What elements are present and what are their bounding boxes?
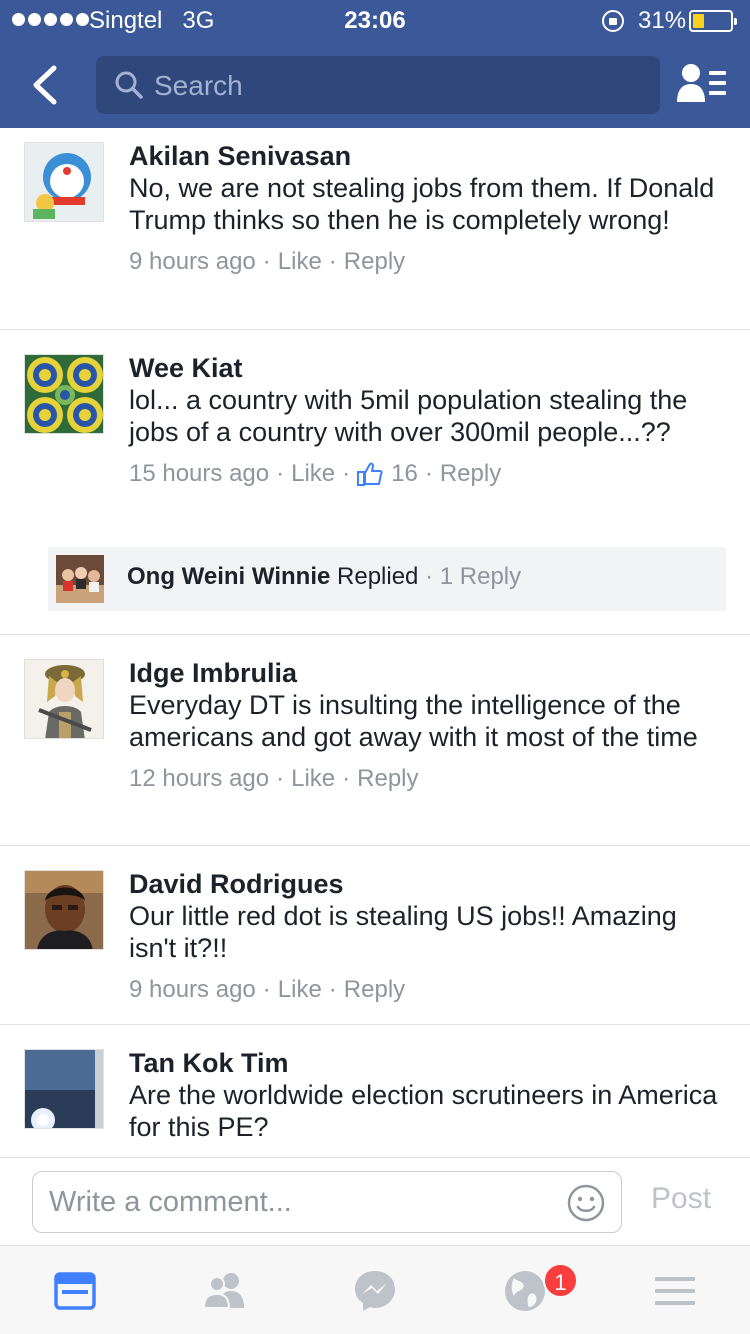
comment-text: No, we are not stealing jobs from them. … — [129, 173, 715, 235]
comment-text: lol... a country with 5mil population st… — [129, 385, 688, 447]
comment-item: Akilan Senivasan No, we are not stealing… — [0, 128, 750, 330]
comment-body: Akilan Senivasan No, we are not stealing… — [129, 140, 729, 278]
separator: · — [424, 460, 433, 487]
post-button[interactable]: Post — [651, 1182, 711, 1216]
avatar[interactable] — [24, 354, 104, 434]
like-button[interactable]: Like — [291, 763, 335, 795]
search-icon — [115, 71, 143, 99]
comment-author[interactable]: Akilan Senivasan — [129, 140, 729, 172]
battery-percent: 31% — [638, 7, 687, 34]
comment-body: Tan Kok Tim Are the worldwide election s… — [129, 1047, 729, 1143]
smiley-icon[interactable] — [566, 1183, 606, 1223]
reply-button[interactable]: Reply — [440, 458, 501, 490]
friends-icon[interactable] — [200, 1266, 250, 1316]
separator: · — [262, 248, 271, 275]
messenger-icon[interactable] — [350, 1266, 400, 1316]
comment-text: Our little red dot is stealing US jobs!!… — [129, 901, 677, 963]
avatar[interactable] — [24, 870, 104, 950]
search-input[interactable] — [154, 70, 634, 102]
comment-author[interactable]: Tan Kok Tim — [129, 1047, 729, 1079]
comment-meta: 9 hours ago · Like · Reply — [129, 246, 729, 278]
app-header: Singtel 3G 23:06 31% — [0, 0, 750, 128]
comment-body: Idge Imbrulia Everyday DT is insulting t… — [129, 657, 729, 795]
comment-time: 15 hours ago — [129, 460, 270, 487]
reply-button[interactable]: Reply — [344, 246, 405, 278]
comment-time: 12 hours ago — [129, 765, 270, 792]
separator: · — [328, 248, 337, 275]
comment-item: Tan Kok Tim Are the worldwide election s… — [0, 1025, 750, 1157]
battery-fill — [693, 14, 704, 28]
separator: · — [276, 765, 285, 792]
comment-input-box[interactable] — [32, 1171, 622, 1233]
menu-icon[interactable] — [650, 1266, 700, 1316]
reply-summary-text: Ong Weini Winnie Replied · 1 Reply — [127, 563, 521, 591]
reply-author: Ong Weini Winnie — [127, 563, 331, 590]
comment-composer: Post — [0, 1157, 750, 1245]
comments-list: Akilan Senivasan No, we are not stealing… — [0, 128, 750, 1157]
thumbs-up-icon — [357, 462, 383, 486]
comment-body: Wee Kiat lol... a country with 5mil popu… — [129, 352, 729, 490]
comment-text: Everyday DT is insulting the intelligenc… — [129, 690, 698, 752]
avatar[interactable] — [24, 142, 104, 222]
search-bar[interactable] — [96, 56, 660, 114]
reply-button[interactable]: Reply — [357, 763, 418, 795]
rotation-lock-icon — [602, 10, 624, 32]
like-button[interactable]: Like — [291, 458, 335, 490]
comment-time: 9 hours ago — [129, 248, 256, 275]
separator: · — [276, 460, 285, 487]
comment-text: Are the worldwide election scrutineers i… — [129, 1080, 718, 1142]
comment-author[interactable]: Wee Kiat — [129, 352, 729, 384]
chevron-left-icon[interactable] — [28, 64, 62, 106]
comment-meta: 15 hours ago · Like · 16 · Reply — [129, 458, 729, 490]
reply-action: Replied — [337, 563, 419, 590]
notifications-globe-icon[interactable] — [500, 1266, 550, 1316]
status-bar: Singtel 3G 23:06 31% — [0, 0, 750, 40]
comment-item: David Rodrigues Our little red dot is st… — [0, 846, 750, 1025]
separator: · — [342, 460, 351, 487]
comment-meta: 12 hours ago · Like · Reply — [129, 763, 729, 795]
friends-list-icon[interactable] — [676, 62, 728, 106]
comment-field[interactable] — [49, 1186, 549, 1219]
reply-button[interactable]: Reply — [344, 974, 405, 1006]
like-count[interactable]: 16 — [391, 458, 418, 490]
reply-count: 1 Reply — [439, 563, 522, 590]
notification-badge: 1 — [543, 1263, 578, 1298]
like-button[interactable]: Like — [278, 246, 322, 278]
tab-bar: 1 — [0, 1245, 750, 1334]
like-button[interactable]: Like — [278, 974, 322, 1006]
comment-item: Idge Imbrulia Everyday DT is insulting t… — [0, 635, 750, 846]
comment-author[interactable]: Idge Imbrulia — [129, 657, 729, 689]
comment-body: David Rodrigues Our little red dot is st… — [129, 868, 729, 1006]
avatar[interactable] — [24, 659, 104, 739]
replies-summary[interactable]: Ong Weini Winnie Replied · 1 Reply — [48, 547, 726, 611]
separator: · — [262, 976, 271, 1003]
comment-time: 9 hours ago — [129, 976, 256, 1003]
separator: · — [425, 563, 440, 590]
avatar[interactable] — [24, 1049, 104, 1129]
comment-item: Wee Kiat lol... a country with 5mil popu… — [0, 330, 750, 635]
battery-icon — [689, 10, 737, 32]
avatar — [56, 555, 104, 603]
separator: · — [328, 976, 337, 1003]
comment-meta: 9 hours ago · Like · Reply — [129, 974, 729, 1006]
comment-author[interactable]: David Rodrigues — [129, 868, 729, 900]
separator: · — [342, 765, 351, 792]
news-feed-icon[interactable] — [50, 1266, 100, 1316]
